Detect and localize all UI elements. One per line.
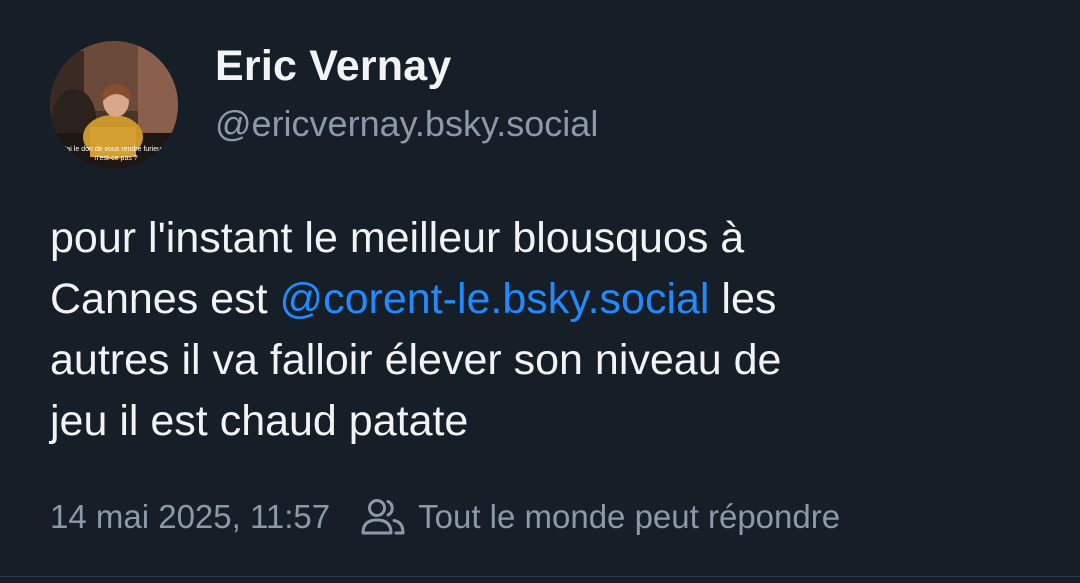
post-text-segment: les <box>709 275 777 323</box>
post-text-segment: Cannes est <box>50 275 280 323</box>
post-text-line: autres il va falloir élever son niveau d… <box>50 336 782 384</box>
author-handle[interactable]: @ericvernay.bsky.social <box>215 103 598 145</box>
people-icon <box>361 499 405 535</box>
post-text-line: Cannes est @corent-le.bsky.social les <box>50 269 1040 330</box>
author-avatar[interactable]: J'ai le don de vous rendre furieux, n'es… <box>50 41 178 169</box>
post-meta: 14 mai 2025, 11:57 Tout le monde peut ré… <box>50 494 840 540</box>
mention-link[interactable]: @corent-le.bsky.social <box>279 275 709 323</box>
post-timestamp[interactable]: 14 mai 2025, 11:57 <box>50 498 330 536</box>
post-text: pour l'instant le meilleur blousquos à C… <box>50 208 1040 452</box>
divider <box>0 576 1080 577</box>
post-text-line: jeu il est chaud patate <box>50 397 469 445</box>
avatar-caption-1: J'ai le don de vous rendre furieux, <box>62 146 167 153</box>
author-display-name[interactable]: Eric Vernay <box>215 42 451 91</box>
avatar-caption-2: n'est-ce pas ? <box>94 155 137 162</box>
reply-setting-label[interactable]: Tout le monde peut répondre <box>418 498 840 536</box>
avatar-image: J'ai le don de vous rendre furieux, n'es… <box>50 41 178 169</box>
post-thread-item: J'ai le don de vous rendre furieux, n'es… <box>0 0 1080 583</box>
post-text-line: pour l'instant le meilleur blousquos à <box>50 214 745 262</box>
